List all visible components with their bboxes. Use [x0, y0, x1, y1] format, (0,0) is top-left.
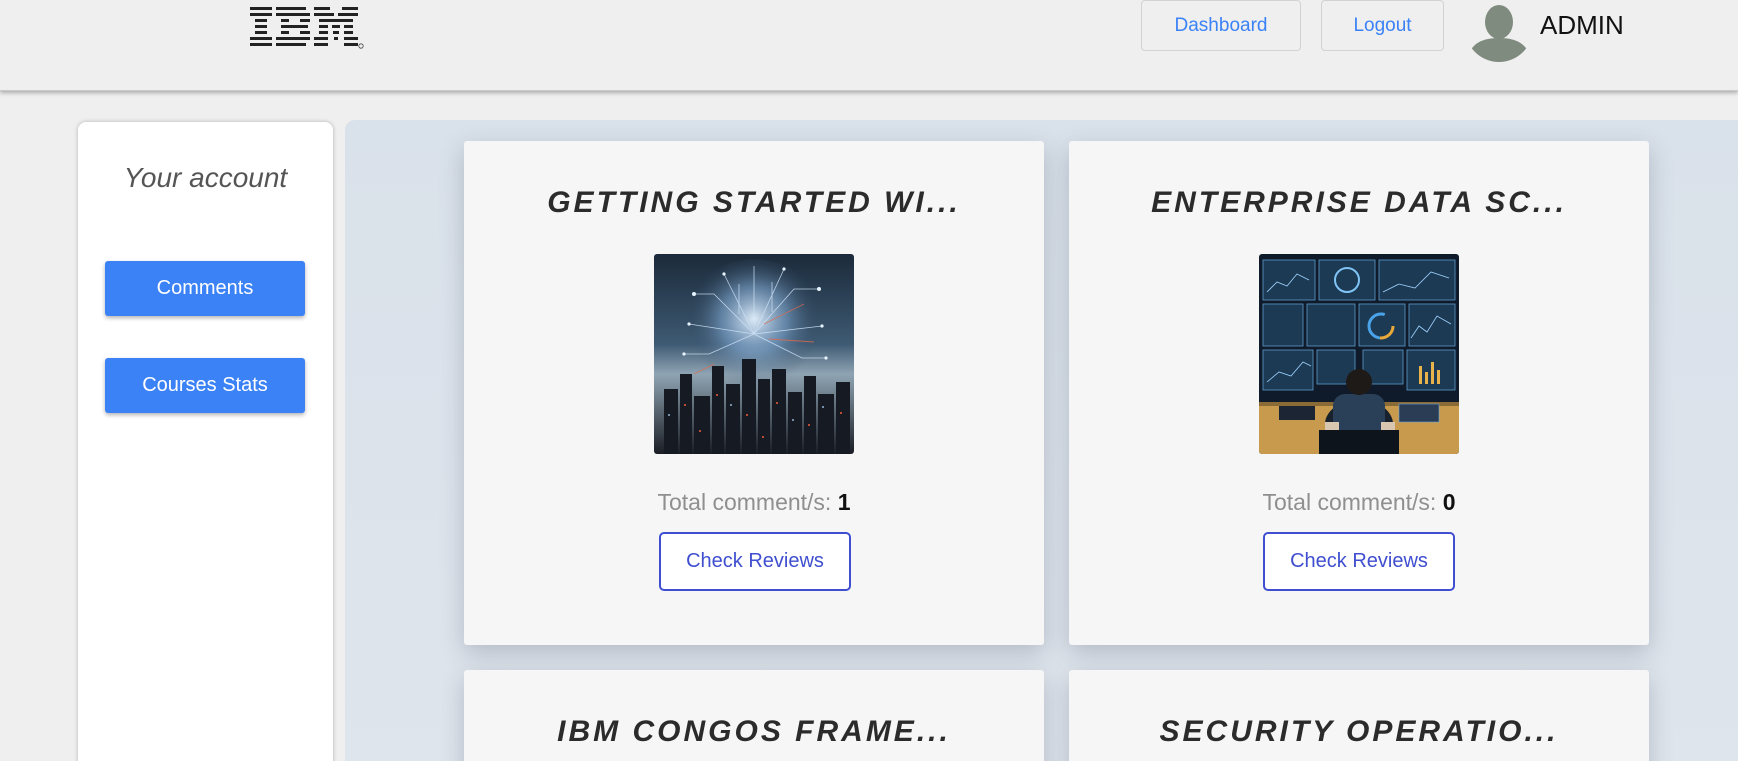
user-avatar-icon[interactable]	[1464, 0, 1534, 62]
ai-city-circuit-image	[654, 254, 854, 454]
comment-count-value: 1	[837, 489, 851, 515]
course-title: SECURITY OPERATIO...	[1159, 715, 1559, 748]
top-header: Dashboard Logout ADMIN	[0, 0, 1738, 91]
course-title: GETTING STARTED WI...	[547, 186, 961, 219]
check-reviews-button[interactable]: Check Reviews	[659, 532, 851, 591]
comment-count-label: Total comment/s:	[1262, 489, 1443, 515]
course-title: ENTERPRISE DATA SC...	[1151, 186, 1567, 219]
comment-count-line: Total comment/s: 1	[464, 489, 1044, 516]
course-card: IBM CONGOS FRAME...	[464, 670, 1044, 761]
course-title: IBM CONGOS FRAME...	[557, 715, 951, 748]
logout-button[interactable]: Logout	[1321, 0, 1444, 51]
course-card: GETTING STARTED WI... Total comment/s: 1…	[464, 141, 1044, 645]
data-analyst-monitors-image	[1259, 254, 1459, 454]
ibm-logo[interactable]	[248, 4, 364, 50]
course-card: ENTERPRISE DATA SC... Total comment/s: 0…	[1069, 141, 1649, 645]
check-reviews-button[interactable]: Check Reviews	[1263, 532, 1455, 591]
account-sidebar: Your account Comments Courses Stats	[78, 122, 333, 761]
comment-count-label: Total comment/s:	[657, 489, 838, 515]
courses-stats-button[interactable]: Courses Stats	[105, 358, 305, 413]
course-card: SECURITY OPERATIO...	[1069, 670, 1649, 761]
comment-count-value: 0	[1442, 489, 1456, 515]
user-name: ADMIN	[1540, 10, 1624, 40]
comments-button[interactable]: Comments	[105, 261, 305, 316]
dashboard-button[interactable]: Dashboard	[1141, 0, 1301, 51]
courses-panel: GETTING STARTED WI... Total comment/s: 1…	[345, 120, 1738, 761]
comment-count-line: Total comment/s: 0	[1069, 489, 1649, 516]
sidebar-title: Your account	[123, 162, 288, 193]
